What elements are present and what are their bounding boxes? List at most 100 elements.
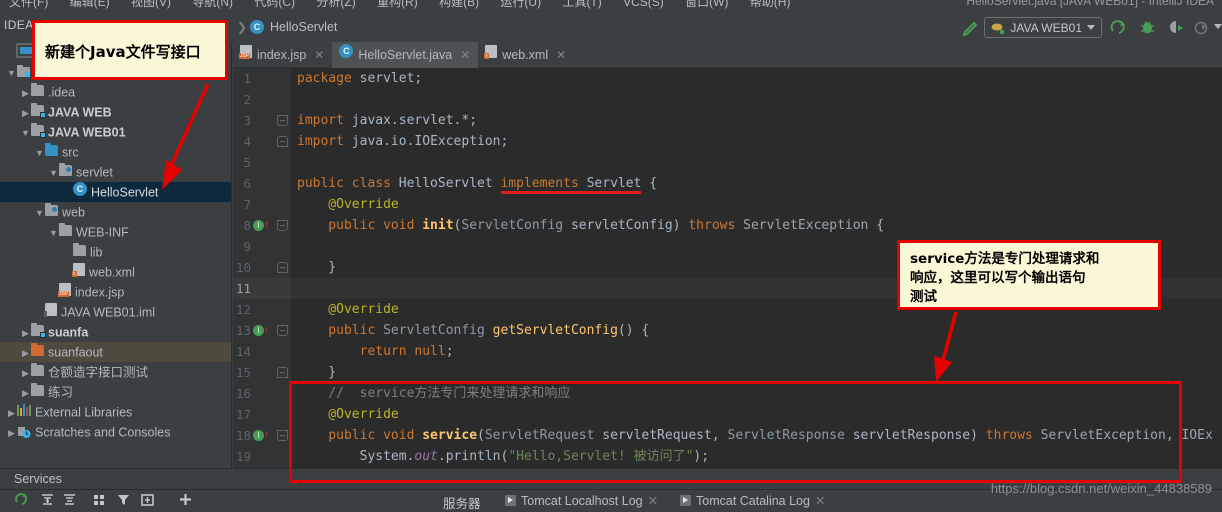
menu-item-window[interactable]: 窗口(W) <box>676 0 737 9</box>
chevron-down-icon[interactable]: ▼ <box>34 203 45 223</box>
implementing-method-marker-icon[interactable]: ↑ <box>253 430 265 442</box>
tree-item-[interactable]: ▶仓额造字接口测试 <box>0 362 231 382</box>
chevron-right-icon[interactable]: ▶ <box>20 323 31 343</box>
chevron-right-icon[interactable]: ▶ <box>20 103 31 123</box>
services-label[interactable]: Services <box>14 472 62 486</box>
rerun-icon[interactable] <box>14 492 29 507</box>
tree-item-label: suanfa <box>48 326 88 340</box>
scroll-to-end-icon[interactable] <box>40 492 55 507</box>
editor-gutter[interactable]: 123–4–5678↑–910–111213↑–1415–161718↑–19 <box>233 68 291 468</box>
code-token: public <box>297 323 383 338</box>
fold-expand-icon[interactable]: – <box>277 430 288 441</box>
menu-item-file[interactable]: 文件(F) <box>0 0 57 9</box>
chevron-down-icon[interactable]: ▼ <box>48 163 59 183</box>
profile-icon[interactable] <box>1193 19 1210 36</box>
run-configuration-selector[interactable]: JAVA WEB01 <box>984 17 1102 38</box>
editor-tab-bar[interactable]: JSPindex.jsp✕HelloServlet.java✕xweb.xml✕ <box>233 42 1222 68</box>
fold-collapse-icon[interactable]: – <box>277 136 288 147</box>
code-token: package <box>297 71 360 86</box>
code-line[interactable]: import java.io.IOException; <box>291 131 1222 152</box>
tree-item-web-xml[interactable]: xweb.xml <box>0 262 231 282</box>
fold-expand-icon[interactable]: – <box>277 325 288 336</box>
editor-tab-helloservlet-java[interactable]: HelloServlet.java✕ <box>332 42 478 68</box>
fold-expand-icon[interactable]: – <box>277 115 288 126</box>
menu-bar[interactable]: 文件(F) 编辑(E) 视图(V) 导航(N) 代码(C) 分析(Z) 重构(R… <box>0 0 1222 13</box>
code-line[interactable]: import javax.servlet.*; <box>291 110 1222 131</box>
menu-item-vcs[interactable]: VCS(S) <box>614 0 673 9</box>
chevron-down-icon[interactable] <box>1214 19 1222 29</box>
run-with-coverage-icon[interactable] <box>1168 19 1185 36</box>
tree-item-index-jsp[interactable]: JSPindex.jsp <box>0 282 231 302</box>
menu-item-tools[interactable]: 工具(T) <box>553 0 610 9</box>
code-token: } <box>297 260 336 275</box>
menu-item-view[interactable]: 视图(V) <box>122 0 180 9</box>
build-hammer-icon[interactable] <box>960 20 978 38</box>
implementing-method-marker-icon[interactable]: ↑ <box>253 220 265 232</box>
fold-collapse-icon[interactable]: – <box>277 262 288 273</box>
filter-icon[interactable] <box>116 492 131 507</box>
collapse-icon[interactable] <box>62 492 77 507</box>
tree-item-label: WEB-INF <box>76 226 129 240</box>
tree-item-suanfa[interactable]: ▶ suanfa <box>0 322 231 342</box>
code-line[interactable]: } <box>291 362 1222 383</box>
close-icon[interactable]: ✕ <box>314 42 324 68</box>
fold-expand-icon[interactable]: – <box>277 220 288 231</box>
run-icon[interactable] <box>1110 19 1127 36</box>
menu-item-code[interactable]: 代码(C) <box>245 0 304 9</box>
code-line[interactable]: public class HelloServlet implements Ser… <box>291 173 1222 194</box>
code-line[interactable]: package servlet; <box>291 68 1222 89</box>
tree-item-external-libraries[interactable]: ▶External Libraries <box>0 402 231 422</box>
chevron-right-icon[interactable]: ▶ <box>6 423 17 443</box>
menu-item-run[interactable]: 运行(U) <box>491 0 550 9</box>
fold-collapse-icon[interactable]: – <box>277 367 288 378</box>
add-icon[interactable] <box>178 492 193 507</box>
implementing-method-marker-icon[interactable]: ↑ <box>253 325 265 337</box>
debug-icon[interactable] <box>1139 19 1156 36</box>
chevron-right-icon[interactable]: ▶ <box>20 383 31 403</box>
chevron-right-icon[interactable]: ▶ <box>6 403 17 423</box>
code-line[interactable]: @Override <box>291 194 1222 215</box>
code-line[interactable]: return null; <box>291 341 1222 362</box>
chevron-right-icon[interactable]: ▶ <box>20 343 31 363</box>
menu-item-edit[interactable]: 编辑(E) <box>61 0 119 9</box>
line-number: 13 <box>233 323 251 338</box>
grid-icon[interactable] <box>92 492 107 507</box>
chevron-down-icon[interactable]: ▼ <box>6 63 17 83</box>
menu-item-build[interactable]: 构建(B) <box>430 0 488 9</box>
close-icon[interactable]: ✕ <box>648 493 658 508</box>
editor-tab-web-xml[interactable]: xweb.xml✕ <box>478 42 574 68</box>
tree-item-[interactable]: ▶练习 <box>0 382 231 402</box>
chevron-right-icon[interactable]: ▶ <box>20 83 31 103</box>
close-icon[interactable]: ✕ <box>460 42 470 68</box>
tree-item-lib[interactable]: lib <box>0 242 231 262</box>
code-line[interactable]: public void init(ServletConfig servletCo… <box>291 215 1222 236</box>
menu-item-analyze[interactable]: 分析(Z) <box>307 0 364 9</box>
chevron-down-icon[interactable]: ▼ <box>34 143 45 163</box>
chevron-right-icon[interactable]: ▶ <box>20 363 31 383</box>
code-line[interactable] <box>291 152 1222 173</box>
code-line[interactable] <box>291 89 1222 110</box>
close-icon[interactable]: ✕ <box>556 42 566 68</box>
chevron-down-icon[interactable] <box>1087 25 1095 30</box>
module-folder-icon <box>31 102 44 122</box>
tree-item-web[interactable]: ▼web <box>0 202 231 222</box>
code-line[interactable]: public ServletConfig getServletConfig() … <box>291 320 1222 341</box>
code-token: ; <box>446 344 454 359</box>
tree-item-label: JAVA WEB <box>48 106 112 120</box>
chevron-down-icon[interactable]: ▼ <box>48 223 59 243</box>
close-icon[interactable]: ✕ <box>815 493 825 508</box>
menu-item-refactor[interactable]: 重构(R) <box>368 0 427 9</box>
tree-item-web-inf[interactable]: ▼ WEB-INF <box>0 222 231 242</box>
menu-item-navigate[interactable]: 导航(N) <box>183 0 242 9</box>
editor-tab-index-jsp[interactable]: JSPindex.jsp✕ <box>233 42 332 68</box>
log-tab-tomcat-localhost[interactable]: Tomcat Localhost Log ✕ <box>505 492 658 509</box>
tree-item-java-web01-iml[interactable]: JAVA WEB01.iml <box>0 302 231 322</box>
tree-item-scratches-and-consoles[interactable]: ▶Scratches and Consoles <box>0 422 231 442</box>
line-number: 5 <box>233 155 251 170</box>
scratches-icon <box>17 425 31 438</box>
tree-item-suanfaout[interactable]: ▶suanfaout <box>0 342 231 362</box>
menu-item-help[interactable]: 帮助(H) <box>741 0 800 9</box>
frame-icon[interactable] <box>140 492 155 507</box>
chevron-down-icon[interactable]: ▼ <box>20 123 31 143</box>
log-tab-tomcat-catalina[interactable]: Tomcat Catalina Log ✕ <box>680 492 825 509</box>
